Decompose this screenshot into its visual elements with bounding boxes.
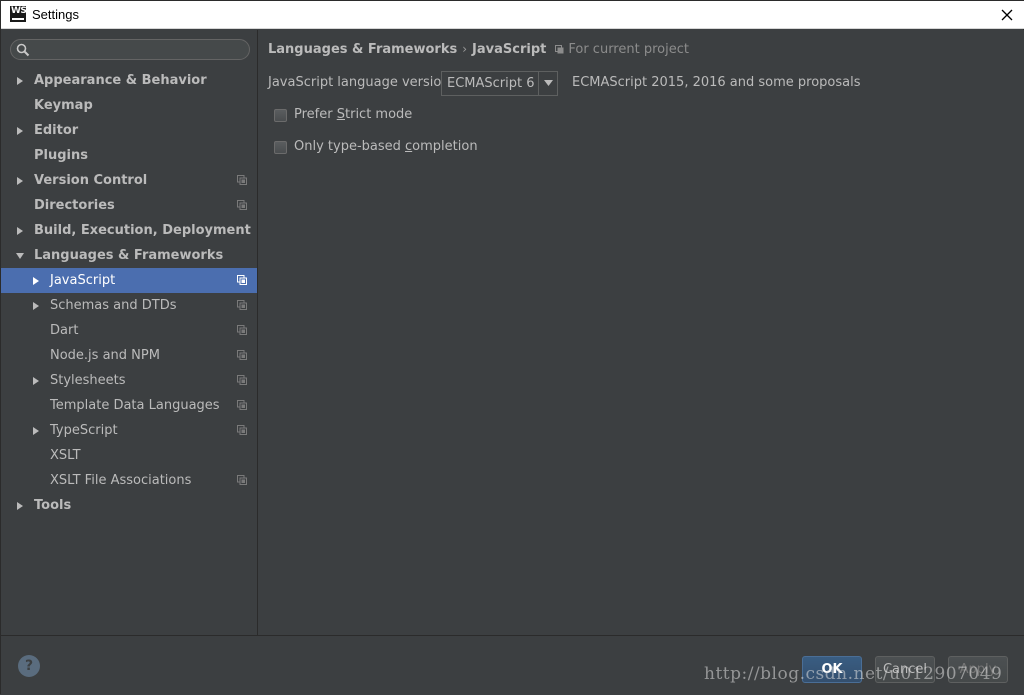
language-version-value: ECMAScript 6 [447,76,535,91]
collapsed-arrow-icon[interactable] [16,502,24,510]
collapsed-arrow-icon[interactable] [16,127,24,135]
tree-item-label: JavaScript [50,273,116,288]
search-input[interactable] [33,41,243,58]
tree-item-label: XSLT [50,448,81,463]
settings-content: Languages & Frameworks › JavaScript For cur… [258,30,1024,635]
tree-item-editor[interactable]: Editor [1,118,257,143]
breadcrumb-parent[interactable]: Languages & Frameworks [268,42,457,57]
tree-item-languages-frameworks[interactable]: Languages & Frameworks [1,243,257,268]
tree-item-javascript[interactable]: JavaScript [1,268,257,293]
language-version-description: ECMAScript 2015, 2016 and some proposals [572,75,861,90]
tree-item-typescript[interactable]: TypeScript [1,418,257,443]
project-level-icon [237,325,247,335]
tree-item-label: Keymap [34,98,93,113]
tree-item-plugins[interactable]: Plugins [1,143,257,168]
type-based-completion-checkbox[interactable] [274,141,287,154]
tree-item-label: Languages & Frameworks [34,248,224,263]
tree-item-label: Directories [34,198,115,213]
settings-tree: Appearance & Behavior Keymap Editor Plugins… [1,68,257,518]
collapsed-arrow-icon[interactable] [16,227,24,235]
tree-item-xslt[interactable]: XSLT [1,443,257,468]
project-level-icon [237,425,247,435]
breadcrumb: Languages & Frameworks › JavaScript For cur… [268,42,689,57]
window-title: Settings [32,7,79,22]
prefer-strict-mode-label[interactable]: Prefer Strict mode [294,107,412,122]
tree-item-stylesheets[interactable]: Stylesheets [1,368,257,393]
collapsed-arrow-icon[interactable] [32,427,40,435]
project-scope-icon [555,45,564,54]
tree-item-label: Dart [50,323,79,338]
project-level-icon [237,275,247,285]
tree-item-label: Build, Execution, Deployment [34,223,251,238]
expanded-arrow-icon[interactable] [16,252,24,260]
dropdown-button[interactable] [538,72,557,95]
watermark: http://blog.csdn.net/u012907049 [704,664,1003,684]
project-level-icon [237,400,247,410]
collapsed-arrow-icon[interactable] [16,177,24,185]
tree-item-node-js-and-npm[interactable]: Node.js and NPM [1,343,257,368]
collapsed-arrow-icon[interactable] [32,302,40,310]
prefer-strict-mode-checkbox[interactable] [274,109,287,122]
tree-item-tools[interactable]: Tools [1,493,257,518]
language-version-select[interactable]: ECMAScript 6 [441,71,558,96]
tree-item-directories[interactable]: Directories [1,193,257,218]
settings-sidebar: Appearance & Behavior Keymap Editor Plugins… [1,30,258,635]
breadcrumb-current: JavaScript [472,42,547,57]
tree-item-label: Template Data Languages [50,398,220,413]
tree-item-label: Node.js and NPM [50,348,160,363]
project-level-icon [237,475,247,485]
tree-item-label: Editor [34,123,79,138]
tree-item-label: Appearance & Behavior [34,73,207,88]
project-level-icon [237,375,247,385]
settings-window: WS Settings Appearance & Behavior Keymap E… [0,0,1024,695]
webstorm-app-icon: WS [10,6,27,22]
breadcrumb-separator: › [462,42,468,56]
title-bar: WS Settings [1,1,1024,29]
tree-item-template-data-languages[interactable]: Template Data Languages [1,393,257,418]
tree-item-appearance-behavior[interactable]: Appearance & Behavior [1,68,257,93]
collapsed-arrow-icon[interactable] [16,77,24,85]
collapsed-arrow-icon[interactable] [32,377,40,385]
search-box[interactable] [10,39,250,60]
close-icon[interactable] [997,5,1017,25]
tree-item-label: XSLT File Associations [50,473,192,488]
tree-item-label: Stylesheets [50,373,126,388]
tree-item-keymap[interactable]: Keymap [1,93,257,118]
project-level-icon [237,175,247,185]
tree-item-build-execution-deployment[interactable]: Build, Execution, Deployment [1,218,257,243]
tree-item-schemas-and-dtds[interactable]: Schemas and DTDs [1,293,257,318]
tree-item-dart[interactable]: Dart [1,318,257,343]
help-button[interactable]: ? [18,655,40,677]
dialog-footer: ? OK Cancel Apply http://blog.csdn.net/u… [1,635,1024,695]
language-version-label: JavaScript language version [268,75,450,90]
project-level-icon [237,300,247,310]
type-based-completion-label[interactable]: Only type-based completion [294,139,478,154]
tree-item-xslt-file-associations[interactable]: XSLT File Associations [1,468,257,493]
project-level-icon [237,200,247,210]
chevron-down-icon [544,80,553,86]
tree-item-label: Schemas and DTDs [50,298,177,313]
tree-item-version-control[interactable]: Version Control [1,168,257,193]
tree-item-label: TypeScript [50,423,118,438]
tree-item-label: Tools [34,498,72,513]
tree-item-label: Version Control [34,173,148,188]
tree-item-label: Plugins [34,148,88,163]
collapsed-arrow-icon[interactable] [32,277,40,285]
scope-label: For current project [568,42,689,57]
project-level-icon [237,350,247,360]
search-icon [16,43,30,57]
